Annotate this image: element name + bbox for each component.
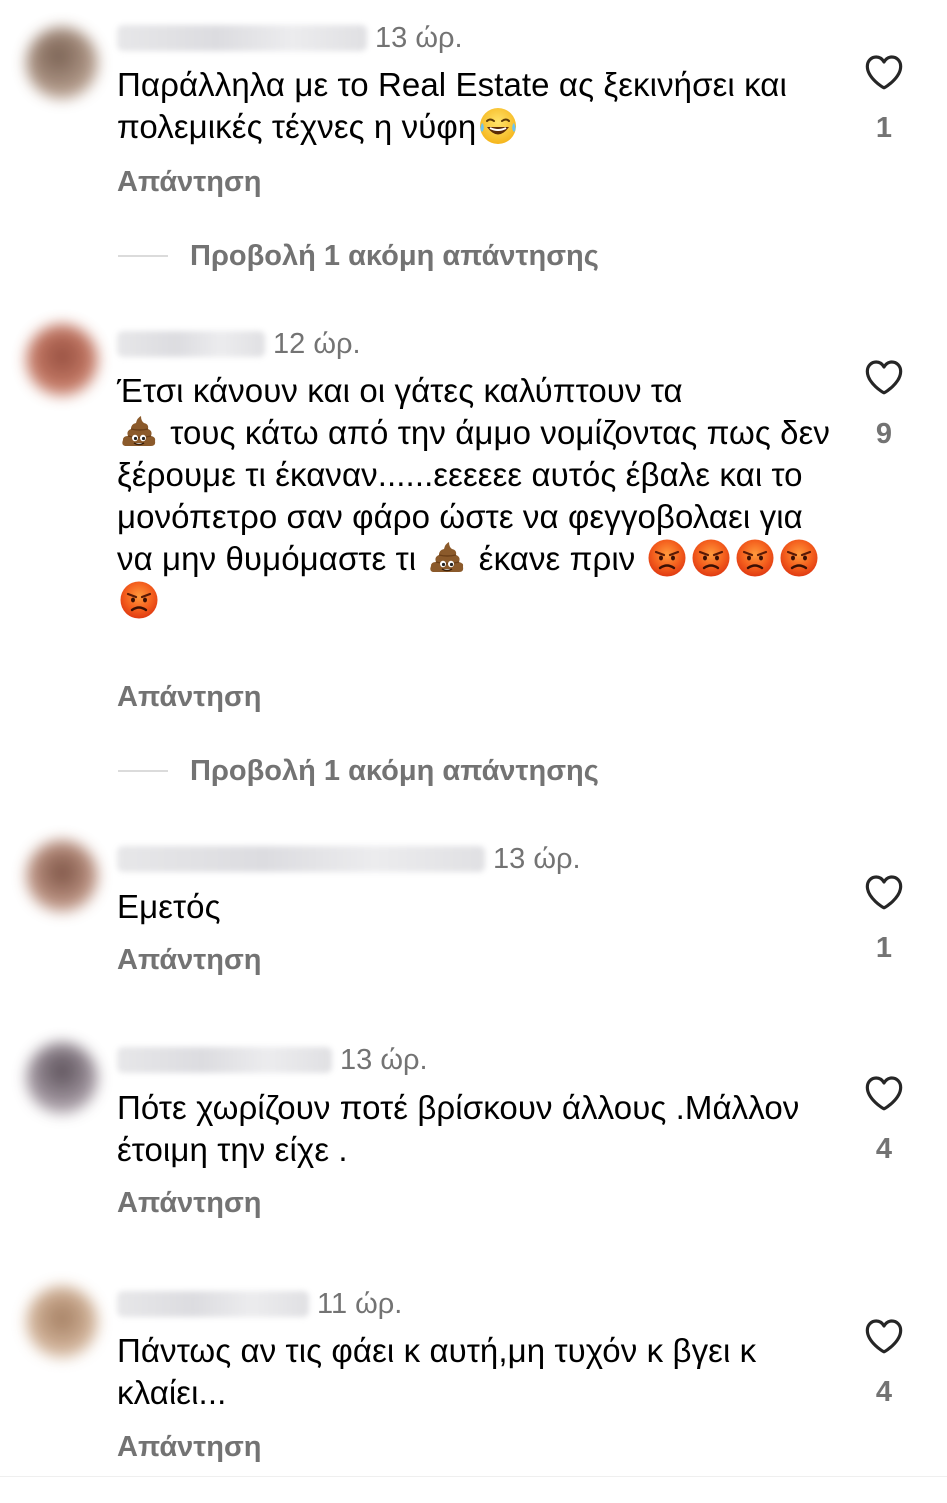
comment-time: 13 ώρ. [340,1043,428,1076]
angry-face-emoji [779,538,819,578]
comment-meta: 13 ώρ. [117,18,463,58]
reply-button[interactable]: Απάντηση [117,681,262,714]
heart-outline-icon[interactable] [862,355,906,399]
username-redacted[interactable] [117,846,485,872]
angry-face-emoji [691,538,731,578]
comment-text: Εμετός [117,888,221,925]
like-count: 9 [875,418,893,450]
reply-button[interactable]: Απάντηση [117,166,262,199]
pile-of-poo-emoji [119,412,159,452]
username-redacted[interactable] [117,1047,332,1073]
comment-time: 13 ώρ. [493,842,581,875]
like-count: 1 [875,932,893,964]
like-count: 1 [875,112,893,144]
comment-text: Πάντως αν τις φάει κ αυτή,μη τυχόν κ βγε… [117,1332,757,1411]
angry-face-emoji [735,538,775,578]
view-more-replies-button[interactable]: Προβολή 1 ακόμη απάντησης [118,751,599,791]
view-more-label: Προβολή 1 ακόμη απάντησης [190,754,599,787]
heart-outline-icon[interactable] [862,1071,906,1115]
comment-text: Έτσι κάνουν και οι γάτες καλύπτουν τα το… [117,370,837,622]
comment-meta: 13 ώρ. [117,839,581,879]
heart-outline-icon[interactable] [862,1314,906,1358]
face-with-tears-of-joy-emoji [478,106,518,146]
comment-text: Παράλληλα με το Real Estate ας ξεκινήσει… [117,66,787,146]
like-count: 4 [875,1376,893,1408]
comment-text: Πότε χωρίζουν ποτέ βρίσκουν άλλους .Μάλλ… [117,1089,800,1168]
reply-button[interactable]: Απάντηση [117,944,262,977]
view-more-label: Προβολή 1 ακόμη απάντησης [190,239,599,272]
avatar[interactable] [26,1286,98,1358]
heart-outline-icon[interactable] [862,50,906,94]
comment-time: 13 ώρ. [375,21,463,54]
avatar[interactable] [26,27,98,99]
divider-line [0,1476,947,1477]
heart-outline-icon[interactable] [862,870,906,914]
comment-time: 11 ώρ. [317,1287,403,1320]
divider-line [118,255,168,257]
like-count: 4 [875,1133,893,1165]
comment-time: 12 ώρ. [273,327,361,360]
view-more-replies-button[interactable]: Προβολή 1 ακόμη απάντησης [118,236,599,276]
comment-meta: 11 ώρ. [117,1284,402,1324]
angry-face-emoji [647,538,687,578]
reply-button[interactable]: Απάντηση [117,1431,262,1464]
avatar[interactable] [26,1042,98,1114]
pile-of-poo-emoji [427,538,467,578]
username-redacted[interactable] [117,25,367,51]
avatar[interactable] [26,840,98,912]
reply-button[interactable]: Απάντηση [117,1187,262,1220]
username-redacted[interactable] [117,331,265,357]
comment-meta: 13 ώρ. [117,1040,428,1080]
username-redacted[interactable] [117,1291,309,1317]
comment-meta: 12 ώρ. [117,324,361,364]
avatar[interactable] [26,324,98,396]
divider-line [118,770,168,772]
angry-face-emoji [119,580,159,620]
